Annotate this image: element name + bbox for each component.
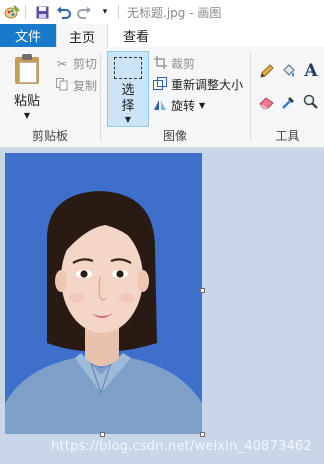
- eraser-icon[interactable]: [257, 92, 277, 112]
- resize-handle-bottom[interactable]: [100, 432, 105, 437]
- quick-access-toolbar: ▾: [0, 0, 123, 24]
- tab-view[interactable]: 查看: [108, 24, 164, 47]
- redo-icon[interactable]: [75, 3, 93, 21]
- portrait-photo: [5, 153, 202, 434]
- crop-label: 裁剪: [171, 57, 196, 71]
- resize-button[interactable]: 重新调整大小: [152, 76, 243, 93]
- tools-group: A 工具: [251, 47, 324, 147]
- rotate-icon: [152, 98, 168, 114]
- undo-icon[interactable]: [54, 3, 72, 21]
- ribbon: 粘贴 ▼ ✂ 剪切 复制 剪贴板 选择 ▼ 裁剪 重新调整大小 旋转 ▼ 图像 …: [0, 47, 324, 148]
- toolbar-separator: [118, 5, 119, 19]
- resize-icon: [152, 76, 168, 93]
- ribbon-tabs: 文件 主页 查看: [0, 24, 324, 48]
- tab-file[interactable]: 文件: [0, 24, 56, 47]
- chevron-down-icon: ▼: [199, 101, 206, 110]
- save-icon[interactable]: [33, 3, 51, 21]
- tab-home[interactable]: 主页: [56, 24, 108, 48]
- resize-handle-corner[interactable]: [200, 432, 205, 437]
- crop-icon: [152, 55, 168, 72]
- resize-handle-right[interactable]: [200, 288, 205, 293]
- text-tool-icon[interactable]: A: [301, 61, 321, 81]
- crop-button[interactable]: 裁剪: [152, 55, 195, 72]
- title-bar: ▾ 无标题.jpg - 画图: [0, 0, 324, 24]
- toolbar-separator: [25, 5, 26, 19]
- canvas-workspace[interactable]: https://blog.csdn.net/weixin_40873462: [0, 148, 324, 464]
- rotate-label: 旋转: [171, 99, 196, 113]
- magnifier-icon[interactable]: [301, 92, 321, 112]
- image-group: 选择 ▼ 裁剪 重新调整大小 旋转 ▼ 图像: [0, 47, 250, 147]
- select-button[interactable]: 选择 ▼: [107, 51, 149, 127]
- resize-label: 重新调整大小: [171, 78, 244, 92]
- image-group-label: 图像: [162, 129, 187, 143]
- window-title: 无标题.jpg - 画图: [127, 5, 222, 20]
- fill-bucket-icon[interactable]: [279, 61, 299, 81]
- canvas-image[interactable]: [5, 153, 202, 434]
- selection-marquee-icon: [114, 57, 142, 79]
- select-label: 选择: [121, 83, 135, 114]
- paint-app-icon[interactable]: [3, 3, 21, 21]
- pencil-icon[interactable]: [257, 61, 277, 81]
- chevron-down-icon: ▼: [124, 115, 132, 124]
- color-picker-icon[interactable]: [279, 92, 299, 112]
- rotate-button[interactable]: 旋转 ▼: [152, 97, 205, 114]
- watermark-text: https://blog.csdn.net/weixin_40873462: [51, 439, 312, 454]
- tools-group-label: 工具: [275, 129, 300, 143]
- customize-dropdown-icon[interactable]: ▾: [96, 3, 114, 21]
